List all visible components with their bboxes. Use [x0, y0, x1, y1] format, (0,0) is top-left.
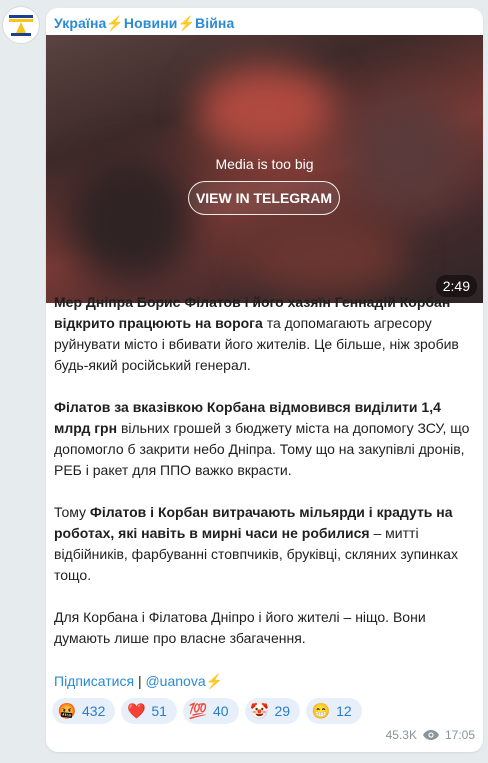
eye-icon	[422, 730, 439, 740]
text: вільних грошей з бюджету міста на допомо…	[54, 420, 470, 478]
reaction-count: 40	[212, 703, 229, 719]
blur-blob	[196, 65, 336, 155]
message-meta: 45.3K 17:05	[386, 728, 475, 742]
blur-blob	[66, 155, 196, 285]
channel-logo-icon	[7, 11, 35, 39]
hundred-points-icon: 💯	[188, 702, 208, 720]
links-separator: |	[137, 673, 142, 689]
channel-avatar[interactable]	[2, 6, 40, 44]
reaction-count: 29	[274, 703, 291, 719]
video-preview[interactable]: Media is too big VIEW IN TELEGRAM 2:49	[46, 35, 483, 303]
angry-face-icon: 🤬	[57, 702, 77, 720]
grinning-face-icon: 😁	[311, 702, 331, 720]
post-paragraph: Мер Дніпра Борис Філатов і його хазяїн Г…	[54, 292, 478, 376]
view-count: 45.3K	[385, 728, 417, 742]
post-paragraph: Тому Філатов і Корбан витрачають мільярд…	[54, 502, 478, 586]
text: Тому	[54, 504, 90, 520]
reaction-heart[interactable]: ❤️ 51	[121, 698, 177, 724]
message-time: 17:05	[444, 728, 475, 742]
media-notice: Media is too big	[215, 156, 314, 172]
post-links: Підписатися | @uanova⚡	[54, 671, 223, 692]
reactions-bar: 🤬 432 ❤️ 51 💯 40 🤡 29 😁 12	[52, 698, 362, 724]
channel-handle-link[interactable]: @uanova⚡	[145, 673, 223, 689]
post-paragraph: Для Корбана і Філатова Дніпро і його жит…	[54, 607, 478, 649]
reaction-count: 12	[336, 703, 352, 719]
reaction-count: 51	[151, 703, 167, 719]
reaction-grin[interactable]: 😁 12	[306, 698, 362, 724]
clown-face-icon: 🤡	[250, 702, 269, 720]
reaction-clown[interactable]: 🤡 29	[244, 698, 301, 724]
post-paragraph: Філатов за вказівкою Корбана відмовився …	[54, 397, 478, 481]
blur-blob	[346, 95, 466, 215]
heart-icon: ❤️	[127, 702, 146, 720]
view-in-telegram-button[interactable]: VIEW IN TELEGRAM	[188, 181, 340, 215]
reaction-angry[interactable]: 🤬 432	[52, 698, 116, 724]
text: Для Корбана і Філатова Дніпро і його жит…	[54, 609, 426, 646]
channel-title[interactable]: Україна⚡Новини⚡Війна	[54, 15, 234, 32]
reaction-hundred[interactable]: 💯 40	[182, 698, 239, 724]
subscribe-link[interactable]: Підписатися	[54, 673, 134, 689]
blur-blob	[246, 215, 406, 295]
message-bubble: Україна⚡Новини⚡Війна Media is too big VI…	[46, 8, 483, 752]
reaction-count: 432	[82, 703, 106, 719]
post-text: Мер Дніпра Борис Філатов і його хазяїн Г…	[54, 292, 478, 670]
